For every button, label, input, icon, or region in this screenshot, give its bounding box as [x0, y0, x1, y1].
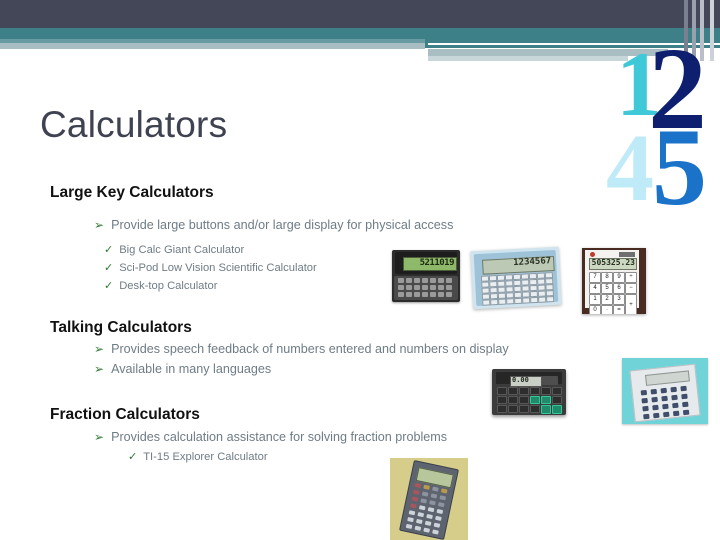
header-vstripe-4: [710, 0, 714, 61]
decor-number-2: 2: [648, 23, 707, 154]
slide: 4 1 5 2 Calculators Large Key Calculator…: [0, 0, 720, 540]
calculator-display: [645, 370, 690, 386]
section-heading-large-key: Large Key Calculators: [50, 184, 214, 201]
arrow-bullet-icon: ➢: [94, 362, 105, 376]
section-heading-talking: Talking Calculators: [50, 319, 192, 336]
subbullet-text: Big Calc Giant Calculator: [119, 244, 245, 256]
bullet-text: Available in many languages: [111, 362, 272, 376]
check-bullet-icon: ✓: [104, 261, 114, 274]
calculator-display: 505325.23: [589, 258, 637, 270]
subbullet-big-calc: ✓ Big Calc Giant Calculator: [104, 243, 244, 256]
keypad: [480, 272, 558, 306]
speaker-icon: [542, 376, 558, 385]
calculator-display: [415, 467, 454, 489]
talking-calculator-image: 0.00: [492, 369, 566, 415]
bullet-talking-2: ➢ Available in many languages: [94, 362, 271, 376]
subbullet-desk-top: ✓ Desk-top Calculator: [104, 279, 217, 292]
header-bar-gray-pale: [428, 56, 628, 61]
header-bar-navy: [0, 0, 720, 28]
section-heading-fraction: Fraction Calculators: [50, 406, 200, 423]
calculator-face: 505325.23 7 8 9 ÷ 4 5 6 − 1 2 3 + 0 · =: [585, 250, 639, 314]
arrow-bullet-icon: ➢: [94, 342, 105, 356]
header-bar-teal-left: [0, 39, 425, 43]
white-large-key-desktop-calculator-image: 505325.23 7 8 9 ÷ 4 5 6 − 1 2 3 + 0 · =: [582, 248, 646, 314]
calculator-display: 5211019: [403, 257, 457, 271]
calculator-top-panel: 0.00: [496, 372, 562, 387]
key-row: [398, 292, 456, 297]
key-row: [398, 285, 456, 290]
calculator-base: [394, 276, 458, 300]
subbullet-text: Sci-Pod Low Vision Scientific Calculator: [119, 262, 317, 274]
subbullet-text: TI-15 Explorer Calculator: [143, 451, 268, 463]
arrow-bullet-icon: ➢: [94, 430, 105, 444]
bullet-talking-1: ➢ Provides speech feedback of numbers ent…: [94, 342, 509, 356]
subbullet-text: Desk-top Calculator: [119, 280, 218, 292]
display-value: 5211019: [419, 258, 455, 268]
bullet-large-key-1: ➢ Provide large buttons and/or large disp…: [94, 218, 453, 232]
folding-pocket-calculator-image: 5211019: [392, 250, 460, 302]
check-bullet-icon: ✓: [104, 279, 114, 292]
display-value: 505325.23: [591, 258, 635, 267]
calculator-body: [399, 460, 459, 540]
check-bullet-icon: ✓: [104, 243, 114, 256]
power-dot: [590, 252, 595, 257]
bullet-text: Provides calculation assistance for solv…: [111, 430, 448, 444]
page-title: Calculators: [40, 104, 228, 145]
display-value: 0.00: [512, 376, 529, 384]
silver-calculator-on-turquoise-image: [622, 358, 708, 424]
bullet-text: Provide large buttons and/or large displ…: [111, 218, 454, 232]
check-bullet-icon: ✓: [128, 450, 138, 463]
ti-15-explorer-calculator-image: [390, 458, 468, 540]
bullet-fraction-1: ➢ Provides calculation assistance for sol…: [94, 430, 447, 444]
blue-scientific-calculator-image: 1234567: [470, 246, 562, 310]
header-bar-teal: [0, 28, 720, 39]
calculator-frame: 1234567: [473, 249, 559, 307]
subbullet-ti15: ✓ TI-15 Explorer Calculator: [128, 450, 268, 463]
header-bar-gray-left: [0, 43, 425, 49]
arrow-bullet-icon: ➢: [94, 218, 105, 232]
solar-panel: [619, 252, 635, 257]
subbullet-sci-pod: ✓ Sci-Pod Low Vision Scientific Calculato…: [104, 261, 317, 274]
calculator-display: 0.00: [510, 376, 542, 387]
key-row: [398, 278, 456, 283]
bullet-text: Provides speech feedback of numbers ente…: [111, 342, 509, 356]
display-value: 1234567: [513, 256, 552, 269]
calculator-body: [629, 363, 701, 423]
calculator-lid: 5211019: [395, 252, 457, 274]
